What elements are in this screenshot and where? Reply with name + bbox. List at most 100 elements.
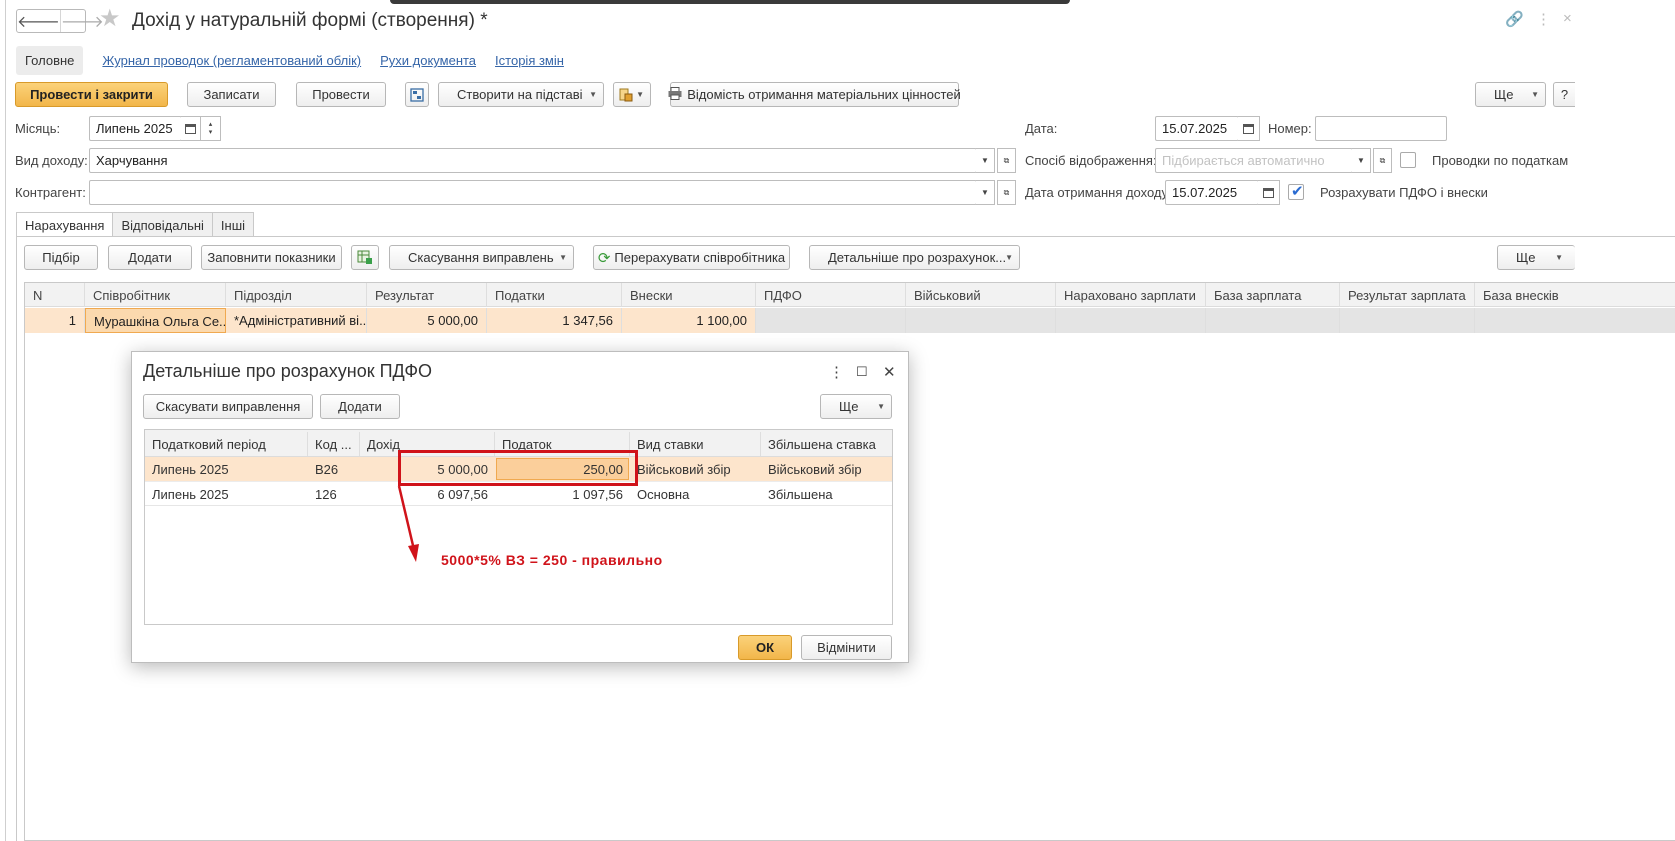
table-row[interactable]: 1 Мурашкіна Ольга Се... *Адміністративни… <box>25 308 1675 333</box>
chevron-down-icon[interactable]: ▼ <box>1352 148 1371 173</box>
tab-journal-postings[interactable]: Журнал проводок (регламентований облік) <box>102 53 361 68</box>
cancel-corrections-label: Скасування виправлень <box>408 250 554 265</box>
taxes-cell[interactable]: 1 347,56 <box>487 308 622 333</box>
column-header[interactable]: Нараховано зарплати <box>1056 283 1206 307</box>
post-button[interactable]: Провести <box>296 82 386 107</box>
details-calculation-button[interactable]: Детальніше про розрахунок... ▼ <box>809 245 1020 270</box>
calendar-icon[interactable] <box>1238 116 1260 141</box>
column-header[interactable]: Збільшена ставка <box>761 432 892 456</box>
more-button[interactable]: Ще ▼ <box>1497 245 1575 270</box>
date-field[interactable]: 15.07.2025 <box>1155 116 1239 141</box>
open-icon[interactable]: ⧉ <box>997 148 1016 173</box>
create-based-on-label: Створити на підставі <box>457 87 583 102</box>
help-button[interactable]: ? <box>1553 82 1575 107</box>
column-header[interactable]: Податковий період <box>145 432 308 456</box>
salary-base-cell[interactable] <box>1206 308 1340 333</box>
more-button[interactable]: Ще ▼ <box>1475 82 1546 107</box>
military-cell[interactable] <box>906 308 1056 333</box>
annotation-highlight-box <box>398 450 638 486</box>
income-type-field[interactable]: Харчування <box>89 148 977 173</box>
contrib-base-cell[interactable] <box>1475 308 1675 333</box>
print-menu-button[interactable]: ▼ <box>613 82 651 107</box>
period-cell[interactable]: Липень 2025 <box>145 457 236 481</box>
structure-icon[interactable] <box>405 82 429 107</box>
chevron-down-icon[interactable]: ▼ <box>976 148 995 173</box>
more-vertical-icon[interactable]: ⋮ <box>1536 10 1551 28</box>
tab-other[interactable]: Інші <box>211 212 255 236</box>
post-and-close-button[interactable]: Провести і закрити <box>15 82 168 107</box>
code-cell[interactable]: 126 <box>308 482 344 506</box>
add-button[interactable]: Додати <box>108 245 192 270</box>
result-cell[interactable]: 5 000,00 <box>367 308 487 333</box>
tab-responsible[interactable]: Відповідальні <box>112 212 213 236</box>
recalculate-employee-button[interactable]: ⟳ Перерахувати співробітника <box>593 245 790 270</box>
tab-main[interactable]: Головне <box>16 46 84 75</box>
column-header[interactable]: N <box>25 283 85 307</box>
month-stepper[interactable]: ▴ ▾ <box>201 116 221 141</box>
fill-indicators-button[interactable]: Заповнити показники <box>201 245 342 270</box>
open-icon[interactable]: ⧉ <box>997 180 1016 205</box>
tab-document-movements[interactable]: Рухи документа <box>380 53 476 68</box>
counterparty-field[interactable] <box>89 180 977 205</box>
department-cell[interactable]: *Адміністративний ві... <box>226 308 367 333</box>
chevron-down-icon[interactable]: ▼ <box>976 180 995 205</box>
rate-type-cell[interactable]: Військовий збір <box>630 457 738 481</box>
cancel-button[interactable]: Відмінити <box>801 635 892 660</box>
increased-rate-cell[interactable]: Військовий збір <box>761 457 869 481</box>
column-header[interactable]: Податки <box>487 283 622 307</box>
salary-result-cell[interactable] <box>1340 308 1475 333</box>
more-vertical-icon[interactable]: ⋮ <box>829 363 844 381</box>
ok-button[interactable]: ОК <box>738 635 792 660</box>
chevron-down-icon: ▼ <box>559 253 567 262</box>
contributions-cell[interactable]: 1 100,00 <box>622 308 756 333</box>
select-button[interactable]: Підбір <box>24 245 98 270</box>
column-header[interactable]: Код ... <box>308 432 360 456</box>
column-header[interactable]: Співробітник <box>85 283 226 307</box>
open-icon[interactable]: ⧉ <box>1373 148 1392 173</box>
tab-change-history[interactable]: Історія змін <box>495 53 564 68</box>
increased-rate-cell[interactable]: Збільшена <box>761 482 840 506</box>
display-method-field[interactable]: Підбирається автоматично <box>1155 148 1353 173</box>
income-date-field[interactable]: 15.07.2025 <box>1165 180 1259 205</box>
add-button[interactable]: Додати <box>320 394 400 419</box>
save-button[interactable]: Записати <box>187 82 276 107</box>
back-arrow-icon[interactable]: 🡐 <box>17 10 60 32</box>
maximize-icon[interactable]: ☐ <box>856 364 868 380</box>
column-header[interactable]: База внесків <box>1475 283 1675 307</box>
cancel-corrections-button[interactable]: Скасувати виправлення <box>143 394 313 419</box>
tab-accruals[interactable]: Нарахування <box>16 212 114 237</box>
print-materials-report-button[interactable]: Відомість отримання матеріальних цінност… <box>668 82 961 107</box>
column-header[interactable]: Військовий <box>906 283 1056 307</box>
employee-cell[interactable]: Мурашкіна Ольга Се... <box>85 308 226 333</box>
table-add-icon[interactable] <box>351 245 379 270</box>
link-icon[interactable]: 🔗 <box>1505 10 1524 28</box>
income-date-label: Дата отримання доходу: <box>1025 185 1172 200</box>
code-cell[interactable]: В26 <box>308 457 345 481</box>
calendar-icon[interactable] <box>1258 180 1280 205</box>
more-label: Ще <box>839 399 859 414</box>
column-header[interactable]: Результат зарплата <box>1340 283 1475 307</box>
more-button[interactable]: Ще ▼ <box>820 394 892 419</box>
column-header[interactable]: База зарплата <box>1206 283 1340 307</box>
calendar-icon[interactable] <box>181 116 201 141</box>
salary-accrued-cell[interactable] <box>1056 308 1206 333</box>
column-header[interactable]: ПДФО <box>756 283 906 307</box>
forward-arrow-icon[interactable]: 🡒 <box>59 10 104 32</box>
rate-type-cell[interactable]: Основна <box>630 482 696 506</box>
cancel-corrections-button[interactable]: Скасування виправлень ▼ <box>389 245 574 270</box>
month-field[interactable]: Липень 2025 <box>89 116 182 141</box>
create-based-on-button[interactable]: Створити на підставі ▼ <box>438 82 604 107</box>
column-header[interactable]: Результат <box>367 283 487 307</box>
chevron-down-icon: ▼ <box>1005 253 1013 262</box>
close-icon[interactable]: × <box>1563 10 1572 27</box>
number-field[interactable] <box>1315 116 1447 141</box>
column-header[interactable]: Підрозділ <box>226 283 367 307</box>
column-header[interactable]: Внески <box>622 283 756 307</box>
tax-postings-checkbox[interactable] <box>1400 152 1416 168</box>
column-header[interactable]: Вид ставки <box>630 432 761 456</box>
pdfo-cell[interactable] <box>756 308 906 333</box>
close-icon[interactable]: ✕ <box>883 363 896 381</box>
period-cell[interactable]: Липень 2025 <box>145 482 236 506</box>
favorite-star-icon[interactable]: ★ <box>99 7 121 31</box>
calc-pdfo-checkbox[interactable] <box>1288 182 1304 200</box>
